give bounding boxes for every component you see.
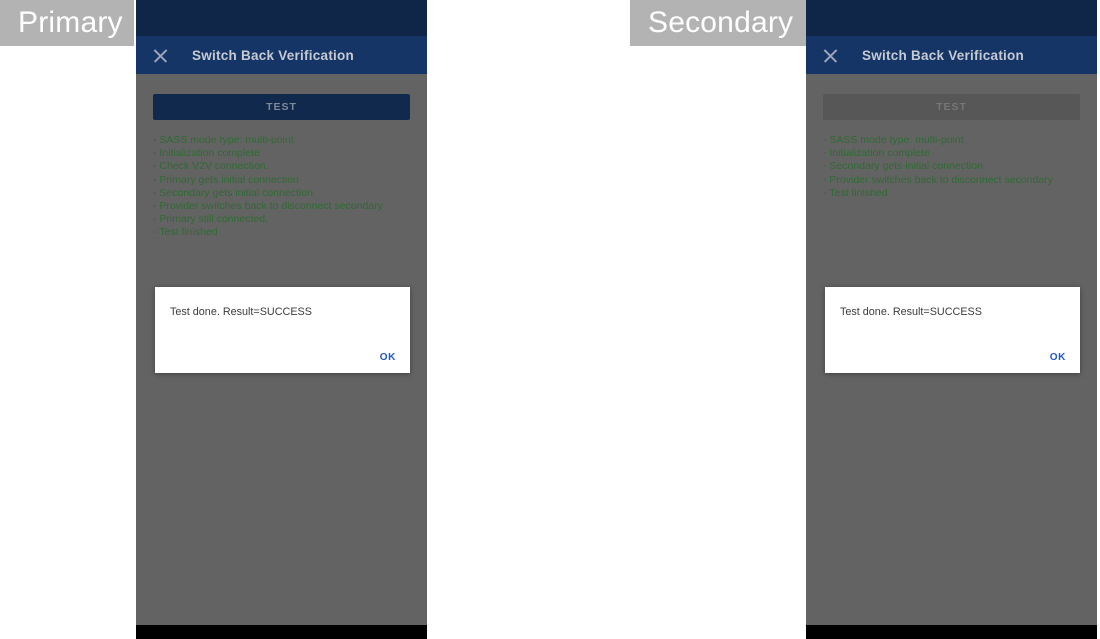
- log-line: - Test finished: [153, 226, 218, 239]
- app-title-bar: Switch Back Verification: [136, 36, 427, 74]
- close-icon[interactable]: [822, 47, 839, 64]
- page-title: Switch Back Verification: [192, 47, 355, 63]
- log-line: - Secondary gets initial connection: [823, 160, 983, 173]
- log-line: - Provider switches back to disconnect s…: [823, 173, 1053, 186]
- status-bar: [136, 0, 427, 36]
- dialog-ok-button[interactable]: OK: [1050, 352, 1066, 363]
- result-dialog: Test done. Result=SUCCESS OK: [155, 287, 410, 373]
- status-bar: [806, 0, 1097, 36]
- log-line: - Test finished: [823, 186, 888, 199]
- log-output: - SASS mode type: multi-point - Initiali…: [153, 134, 415, 240]
- log-line: - SASS mode type: multi-point: [153, 134, 294, 146]
- log-line: - Secondary gets initial connection: [153, 186, 313, 199]
- device-panel-primary: Switch Back Verification TEST - SASS mod…: [136, 0, 427, 639]
- app-title-bar: Switch Back Verification: [806, 36, 1097, 74]
- log-line: - Primary still connected.: [153, 213, 268, 226]
- log-line: - Primary gets initial connection: [153, 173, 299, 186]
- log-line: - SASS mode type: multi-point: [823, 134, 964, 146]
- log-line: - Initialization complete: [823, 147, 930, 160]
- log-line: - Initialization complete: [153, 147, 260, 160]
- test-button[interactable]: TEST: [153, 94, 410, 120]
- role-label-secondary: Secondary: [630, 0, 806, 46]
- test-button: TEST: [823, 94, 1080, 120]
- screen-content: TEST - SASS mode type: multi-point - Ini…: [136, 74, 427, 625]
- dialog-ok-button[interactable]: OK: [380, 352, 396, 363]
- dialog-message: Test done. Result=SUCCESS: [170, 306, 312, 318]
- result-dialog: Test done. Result=SUCCESS OK: [825, 287, 1080, 373]
- device-panel-secondary: Switch Back Verification TEST - SASS mod…: [806, 0, 1097, 639]
- screen-content: TEST - SASS mode type: multi-point - Ini…: [806, 74, 1097, 625]
- system-navigation-bar: [136, 625, 427, 639]
- close-icon[interactable]: [152, 47, 169, 64]
- log-line: - Provider switches back to disconnect s…: [153, 200, 383, 213]
- dialog-message: Test done. Result=SUCCESS: [840, 306, 982, 318]
- role-label-primary: Primary: [0, 0, 134, 46]
- log-output: - SASS mode type: multi-point - Initiali…: [823, 134, 1085, 200]
- page-title: Switch Back Verification: [862, 47, 1025, 63]
- log-line: - Check V2V connection.: [153, 160, 269, 173]
- system-navigation-bar: [806, 625, 1097, 639]
